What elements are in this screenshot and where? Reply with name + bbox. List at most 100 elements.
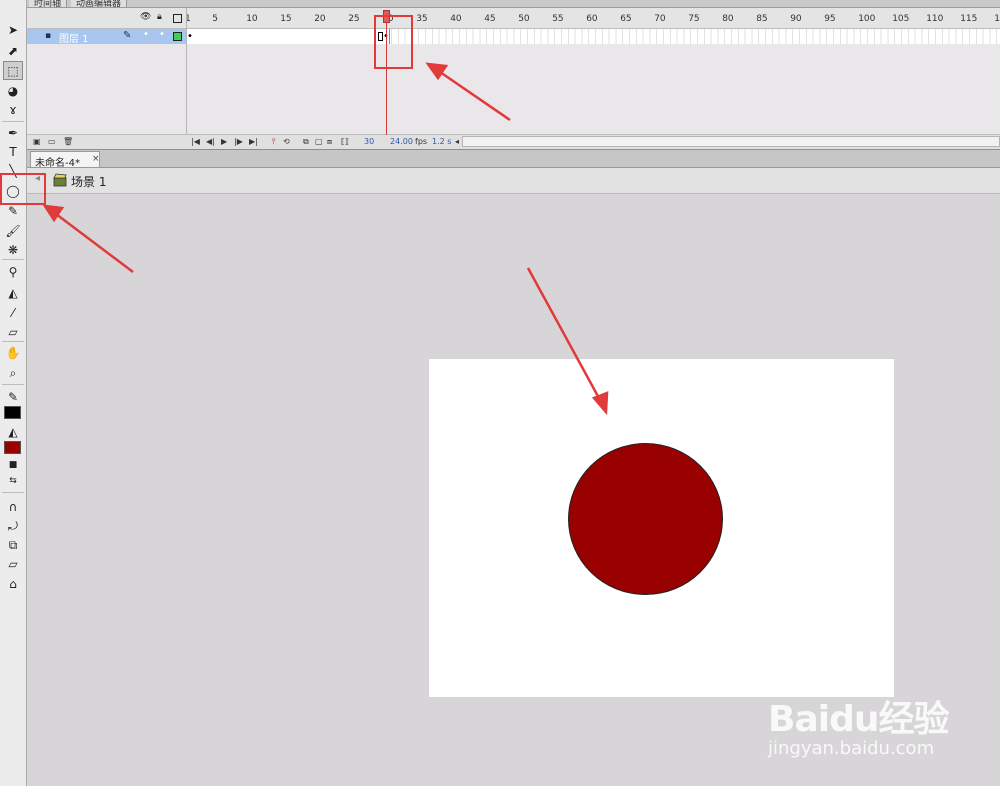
timeline-header: 👁︎ 🔒︎ 1510152025303540455055606570758085…	[27, 8, 1000, 29]
baidu-jingyan-watermark: Baidu经验 jingyan.baidu.com	[762, 680, 962, 760]
frame-30-highlight-box	[374, 15, 413, 69]
zoom-tool-icon[interactable]: ⌕	[3, 363, 23, 382]
outline-icon[interactable]	[173, 14, 182, 23]
3d-rotation-tool-icon[interactable]: ◕	[3, 81, 23, 100]
scene-clapper-icon	[53, 173, 67, 187]
frame-rate-unit: fps	[415, 137, 428, 146]
timeline-empty-area	[27, 44, 1000, 133]
tool-divider	[2, 492, 24, 493]
tab-motion-editor[interactable]: 动画编辑器	[71, 0, 128, 7]
center-frame-icon[interactable]: ⫯	[272, 137, 275, 147]
edit-multiple-frames-icon[interactable]: ⧈	[327, 137, 332, 147]
ruler-tick-label: 120	[994, 14, 1000, 24]
subselection-tool-icon[interactable]: ⬈	[3, 41, 23, 60]
ruler-tick-label: 100	[858, 14, 876, 24]
tool-divider	[2, 259, 24, 260]
ruler-tick-label: 50	[518, 14, 530, 24]
ruler-tick-label: 5	[212, 14, 218, 24]
ruler-tick-label: 110	[926, 14, 944, 24]
brush-tool-icon[interactable]: 🖌︎	[3, 221, 23, 240]
ruler-tick-label: 45	[484, 14, 496, 24]
eye-icon[interactable]: 👁︎	[140, 12, 151, 22]
frame-rate-readout[interactable]: 24.00	[390, 137, 413, 146]
watermark-url: jingyan.baidu.com	[768, 738, 935, 759]
swap-colors-icon[interactable]: ⇆	[3, 472, 23, 491]
tab-timeline[interactable]: 时间轴	[29, 0, 68, 7]
tool-divider	[2, 121, 24, 122]
ruler-tick-label: 65	[620, 14, 632, 24]
layer-name[interactable]: 图层 1	[59, 30, 89, 45]
paint-bucket-tool-icon[interactable]: ◭	[3, 283, 23, 302]
onion-skin-icon[interactable]: ⧉	[303, 137, 309, 147]
deco-tool-icon[interactable]: ❋	[3, 240, 23, 259]
selection-tool-icon[interactable]: ➤	[3, 20, 23, 39]
snap-to-objects-icon[interactable]: ∩	[3, 497, 23, 516]
edit-bar: ◂ 场景 1	[27, 168, 1000, 194]
frame-span[interactable]: • •	[187, 29, 390, 44]
tools-panel: ➤ ⬈ ⬚ ◕ ɤ ✒ T ╲ ◯ ✎ 🖌︎ ❋ ⚲ ◭ ⁄ ▱ ✋ ⌕ ✎ ◭…	[0, 0, 27, 786]
eraser-tool-icon[interactable]: ▱	[3, 322, 23, 341]
scene-label[interactable]: 场景 1	[71, 173, 106, 190]
scale-icon[interactable]: ⧉	[3, 535, 23, 554]
tool-divider	[2, 384, 24, 385]
ruler-tick-label: 40	[450, 14, 462, 24]
flash-ide-window: ➤ ⬈ ⬚ ◕ ɤ ✒ T ╲ ◯ ✎ 🖌︎ ❋ ⚲ ◭ ⁄ ▱ ✋ ⌕ ✎ ◭…	[0, 0, 1000, 786]
ruler-tick-label: 90	[790, 14, 802, 24]
document-tab[interactable]: 未命名-4* ×	[30, 151, 100, 169]
stroke-color-icon: ✎	[7, 389, 19, 404]
go-last-frame-icon[interactable]: ▶|	[249, 137, 258, 146]
document-tab-bar: 未命名-4* ×	[27, 149, 1000, 169]
ruler-tick-label: 70	[654, 14, 666, 24]
close-tab-icon[interactable]: ×	[92, 154, 100, 164]
ruler-tick-label: 55	[552, 14, 564, 24]
keyframe-start-icon[interactable]: •	[187, 31, 193, 42]
timeline-horizontal-scrollbar[interactable]	[462, 136, 1000, 147]
ruler-tick-label: 85	[756, 14, 768, 24]
pen-tool-icon[interactable]: ✒	[3, 123, 23, 142]
red-circle-shape[interactable]	[568, 443, 723, 595]
onion-outline-icon[interactable]: ▢	[315, 137, 323, 146]
layer-type-icon: ▪	[45, 31, 52, 41]
oval-tool-highlight-box	[0, 173, 46, 205]
scroll-left-icon[interactable]: ◂	[455, 137, 459, 146]
layer-row[interactable]: ▪ 图层 1 ✎ • •	[27, 29, 187, 45]
current-frame-readout[interactable]: 30	[364, 137, 374, 146]
ruler-tick-label: 75	[688, 14, 700, 24]
timeline-panel: 时间轴 动画编辑器 👁︎ 🔒︎ 151015202530354045505560…	[27, 0, 1000, 149]
eyedropper-tool-icon[interactable]: ⁄	[3, 303, 23, 322]
tool-divider	[2, 341, 24, 342]
lasso-tool-icon[interactable]: ɤ	[3, 100, 23, 119]
layer-outline-color-icon[interactable]	[173, 32, 182, 41]
modify-onion-markers-icon[interactable]: ⟦⟧	[341, 137, 349, 146]
fill-color-icon: ◭	[8, 424, 18, 439]
envelope-icon[interactable]: ⌂	[3, 574, 23, 593]
rotate-skew-icon[interactable]: ⤾	[3, 516, 23, 535]
step-forward-icon[interactable]: |▶	[234, 137, 243, 146]
distort-icon[interactable]: ▱	[3, 554, 23, 573]
ruler-tick-label: 20	[314, 14, 326, 24]
free-transform-tool-icon[interactable]: ⬚	[3, 61, 23, 80]
loop-icon[interactable]: ⟲	[283, 137, 290, 146]
ruler-tick-label: 15	[280, 14, 292, 24]
new-folder-icon[interactable]: ▭	[48, 137, 56, 146]
ruler-tick-label: 35	[416, 14, 428, 24]
text-tool-icon[interactable]: T	[3, 142, 23, 161]
lock-icon[interactable]: 🔒︎	[157, 12, 162, 22]
timeline-tabs: 时间轴 动画编辑器	[27, 0, 1000, 8]
step-back-icon[interactable]: ◀|	[206, 137, 215, 146]
ruler-tick-label: 10	[246, 14, 258, 24]
hand-tool-icon[interactable]: ✋	[3, 343, 23, 362]
bone-tool-icon[interactable]: ⚲	[3, 262, 23, 281]
stroke-color-swatch[interactable]	[4, 406, 21, 419]
elapsed-time-readout[interactable]: 1.2 s	[432, 137, 451, 146]
lock-dot-icon[interactable]: •	[159, 29, 165, 40]
ruler-tick-label: 80	[722, 14, 734, 24]
new-layer-icon[interactable]: ▣	[33, 137, 41, 146]
go-first-frame-icon[interactable]: |◀	[191, 137, 200, 146]
delete-layer-icon[interactable]: 🗑︎	[63, 137, 73, 146]
play-icon[interactable]: ▶	[221, 137, 227, 146]
ruler-tick-label: 115	[960, 14, 978, 24]
timeline-divider	[186, 8, 187, 149]
fill-color-swatch[interactable]	[4, 441, 21, 454]
visibility-dot-icon[interactable]: •	[143, 29, 149, 40]
